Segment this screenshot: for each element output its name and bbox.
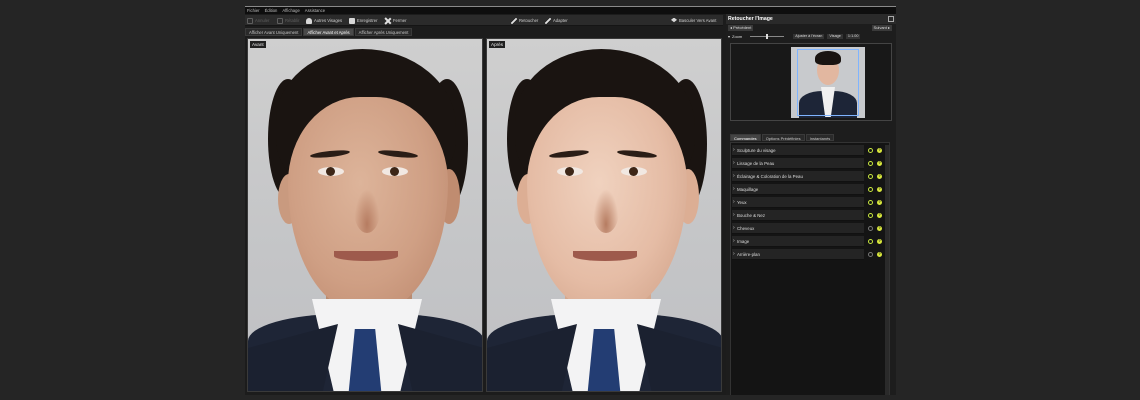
toggle-icon[interactable] — [868, 161, 873, 166]
chevron-down-icon[interactable]: ▾ — [728, 34, 730, 39]
tab-commands[interactable]: Commandes — [730, 134, 761, 141]
other-images-button[interactable]: Autres Visages — [306, 16, 342, 25]
chevron-right-icon: › — [733, 225, 735, 231]
toggle-icon[interactable] — [868, 187, 873, 192]
help-icon[interactable]: ? — [877, 226, 882, 231]
before-pane[interactable]: Avant — [247, 38, 483, 392]
adapt-button[interactable]: Adapter — [545, 16, 568, 25]
tab-before-after[interactable]: Afficher Avant et Après — [303, 28, 354, 36]
switch-icon — [671, 17, 677, 23]
toggle-icon[interactable] — [868, 213, 873, 218]
close-icon — [385, 18, 391, 24]
help-icon[interactable]: ? — [877, 200, 882, 205]
app-window: Fichier Édition Affichage Assistance Ann… — [245, 6, 896, 395]
toggle-icon[interactable] — [868, 226, 873, 231]
viewport-frame[interactable] — [797, 49, 859, 116]
chevron-right-icon: › — [733, 199, 735, 205]
navigator-thumbnail — [791, 47, 865, 118]
brush-icon — [511, 17, 517, 24]
retouch-button[interactable]: Retoucher — [511, 16, 538, 25]
menu-view[interactable]: Affichage — [282, 8, 299, 13]
next-button[interactable]: Suivant ▸ — [871, 25, 892, 31]
command-row[interactable]: › Arrière-plan — [732, 249, 864, 260]
panel-close-icon[interactable] — [888, 16, 894, 22]
tab-before-only[interactable]: Afficher Avant Uniquement — [245, 28, 303, 36]
zoom-slider[interactable] — [750, 33, 785, 39]
scrollbar[interactable] — [885, 145, 889, 395]
redo-icon — [277, 17, 283, 24]
switch-before-button[interactable]: Basculer Vers Avant — [671, 16, 716, 25]
chevron-right-icon: › — [733, 173, 735, 179]
portrait-after — [487, 39, 721, 391]
view-tabs: Afficher Avant Uniquement Afficher Avant… — [245, 28, 413, 36]
menu-bar: Fichier Édition Affichage Assistance — [245, 7, 896, 14]
command-row[interactable]: › Maquillage — [732, 184, 864, 195]
tab-presets[interactable]: Options Prédéfinies — [761, 134, 805, 141]
command-row[interactable]: › Yeux — [732, 197, 864, 208]
menu-file[interactable]: Fichier — [247, 8, 260, 13]
toggle-icon[interactable] — [868, 148, 873, 153]
after-label: Après — [489, 41, 506, 48]
toggle-icon[interactable] — [868, 252, 873, 257]
zoom-value-field[interactable]: 1:1.00 — [845, 33, 861, 39]
previous-button[interactable]: ◂ Précédent — [728, 25, 754, 31]
face-view-button[interactable]: Visage — [827, 33, 843, 39]
command-row[interactable]: › Bouche & Nez — [732, 210, 864, 221]
help-icon[interactable]: ? — [877, 161, 882, 166]
save-icon — [349, 17, 355, 24]
command-row[interactable]: › Éclairage & Coloration de la Peau — [732, 171, 864, 182]
help-icon[interactable]: ? — [877, 239, 882, 244]
before-label: Avant — [250, 41, 266, 48]
command-row[interactable]: › Sculpture du visage — [732, 145, 864, 156]
toggle-icon[interactable] — [868, 174, 873, 179]
chevron-right-icon: › — [733, 251, 735, 257]
zoom-label: Zoom — [732, 33, 743, 39]
help-icon[interactable]: ? — [877, 252, 882, 257]
retouch-panel: Retoucher l'Image ◂ Précédent Suivant ▸ … — [726, 14, 896, 395]
menu-edit[interactable]: Édition — [265, 8, 278, 13]
toggle-icon[interactable] — [868, 200, 873, 205]
help-icon[interactable]: ? — [877, 213, 882, 218]
close-button[interactable]: Fermer — [385, 16, 407, 25]
save-button[interactable]: Enregistrer — [349, 16, 377, 25]
help-icon[interactable]: ? — [877, 148, 882, 153]
chevron-right-icon: › — [733, 160, 735, 166]
portrait-before — [248, 39, 482, 391]
after-pane[interactable]: Après — [486, 38, 722, 392]
command-row[interactable]: › Cheveux — [732, 223, 864, 234]
toolbar: Annuler Rétablir Autres Visages Enregist… — [245, 15, 723, 26]
menu-help[interactable]: Assistance — [305, 8, 325, 13]
command-row[interactable]: › Image — [732, 236, 864, 247]
users-icon — [306, 17, 312, 24]
panel-title: Retoucher l'Image — [726, 14, 896, 24]
navigator-preview[interactable] — [730, 43, 892, 121]
fit-window-button[interactable]: Ajuster à l'écran — [793, 33, 825, 39]
undo-icon — [247, 17, 253, 24]
chevron-right-icon: › — [733, 212, 735, 218]
undo-button[interactable]: Annuler — [247, 16, 269, 25]
command-tabs: Commandes Options Prédéfinies Instantané… — [730, 134, 835, 141]
command-row[interactable]: › Lissage de la Peau — [732, 158, 864, 169]
chevron-right-icon: › — [733, 186, 735, 192]
tab-after-only[interactable]: Afficher Après Uniquement — [354, 28, 413, 36]
zoom-slider-knob[interactable] — [766, 33, 769, 39]
redo-button[interactable]: Rétablir — [277, 16, 299, 25]
toggle-icon[interactable] — [868, 239, 873, 244]
chevron-right-icon: › — [733, 147, 735, 153]
command-list: › Sculpture du visage › Lissage de la Peau… — [730, 142, 890, 395]
chevron-right-icon: › — [733, 238, 735, 244]
wand-icon — [545, 17, 551, 24]
zoom-row: ▾ Zoom Ajuster à l'écran Visage 1:1.00 — [726, 32, 896, 40]
tab-snapshots[interactable]: Instantanés — [805, 134, 835, 141]
help-icon[interactable]: ? — [877, 187, 882, 192]
help-icon[interactable]: ? — [877, 174, 882, 179]
